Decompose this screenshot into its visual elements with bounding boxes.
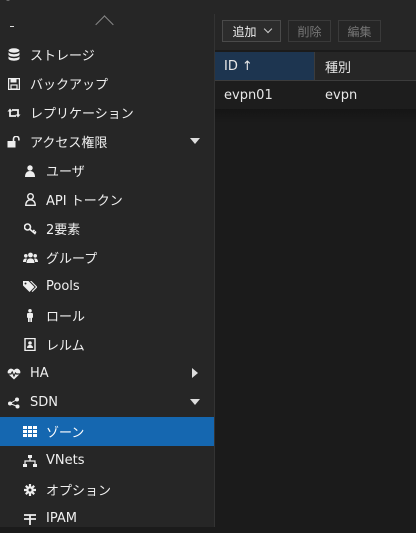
sidebar-item-storage[interactable]: ストレージ xyxy=(0,40,214,69)
tags-icon xyxy=(22,279,38,295)
sidebar-item-label: VNets xyxy=(46,453,85,468)
sidebar-item-label: バックアップ xyxy=(30,78,109,93)
chevron-down-icon xyxy=(263,24,272,34)
user-outline-icon xyxy=(22,192,38,208)
main-panel: 追加 削除 編集 ID ↑ 種別 evpn01 evpn xyxy=(215,14,416,527)
chevron-up-icon[interactable] xyxy=(95,15,114,34)
sdn-icon xyxy=(6,395,22,411)
address-book-icon xyxy=(22,337,38,353)
sidebar-item-label: グループ xyxy=(46,252,98,267)
cell-type: evpn xyxy=(325,87,358,103)
grid-header: ID ↑ 種別 xyxy=(215,52,416,81)
save-icon xyxy=(6,76,22,92)
column-header-label: ID xyxy=(224,58,238,74)
window-title-fragment: - xyxy=(6,0,10,6)
sidebar-item-ha[interactable]: HA xyxy=(0,359,214,388)
sidebar-item-label: IPAM xyxy=(46,511,77,526)
dash-marker xyxy=(10,26,14,27)
delete-button-label: 削除 xyxy=(297,24,322,39)
sidebar: ストレージ バックアップ レプリケーション アクセス権限 ユーザ API トーク… xyxy=(0,14,215,527)
sidebar-item-label: Pools xyxy=(46,279,80,294)
edit-button-label: 編集 xyxy=(347,24,372,39)
expand-down-icon[interactable] xyxy=(190,138,200,144)
sidebar-item-label: HA xyxy=(30,366,49,381)
sidebar-item-pools[interactable]: Pools xyxy=(0,272,214,301)
sidebar-item-realms[interactable]: レルム xyxy=(0,330,214,359)
database-icon xyxy=(6,47,22,63)
unlock-icon xyxy=(6,134,22,150)
sidebar-item-label: オプション xyxy=(46,484,112,499)
sitemap-icon xyxy=(22,453,38,469)
sidebar-item-vnets[interactable]: VNets xyxy=(0,446,214,475)
sidebar-item-label: ゾーン xyxy=(46,426,85,441)
add-button[interactable]: 追加 xyxy=(222,20,281,42)
users-icon xyxy=(22,250,38,266)
cell-id: evpn01 xyxy=(224,87,273,103)
sidebar-item-replication[interactable]: レプリケーション xyxy=(0,98,214,127)
key-icon xyxy=(22,221,38,237)
sidebar-item-label: API トークン xyxy=(46,194,123,209)
expand-down-icon[interactable] xyxy=(190,399,200,405)
sidebar-item-api-tokens[interactable]: API トークン xyxy=(0,185,214,214)
user-icon xyxy=(22,163,38,179)
edit-button[interactable]: 編集 xyxy=(338,20,381,42)
sidebar-item-label: レルム xyxy=(46,339,85,354)
heartbeat-icon xyxy=(6,366,22,382)
sidebar-item-label: SDN xyxy=(30,395,58,410)
sidebar-item-groups[interactable]: グループ xyxy=(0,243,214,272)
sidebar-item-label: レプリケーション xyxy=(30,107,134,122)
expand-right-icon[interactable] xyxy=(192,368,198,378)
sidebar-item-options[interactable]: オプション xyxy=(0,475,214,504)
add-button-label: 追加 xyxy=(232,24,257,39)
sidebar-item-label: 2要素 xyxy=(46,223,81,238)
gear-icon xyxy=(22,482,38,498)
sidebar-item-two-factor[interactable]: 2要素 xyxy=(0,214,214,243)
ipam-icon xyxy=(22,511,38,527)
sidebar-item-roles[interactable]: ロール xyxy=(0,301,214,330)
male-icon xyxy=(22,308,38,324)
th-icon xyxy=(22,424,38,440)
column-header-id[interactable]: ID ↑ xyxy=(215,52,315,80)
sidebar-item-sdn[interactable]: SDN xyxy=(0,388,214,417)
retweet-icon xyxy=(6,105,22,121)
sidebar-item-ipam[interactable]: IPAM xyxy=(0,504,214,533)
sidebar-item-permissions[interactable]: アクセス権限 xyxy=(0,127,214,156)
toolbar: 追加 削除 編集 xyxy=(215,14,416,50)
sidebar-item-label: アクセス権限 xyxy=(30,136,108,151)
column-header-label: 種別 xyxy=(325,60,352,76)
delete-button[interactable]: 削除 xyxy=(288,20,331,42)
table-row[interactable]: evpn01 evpn xyxy=(215,81,416,109)
top-bar: - xyxy=(0,0,416,14)
sidebar-item-label: ストレージ xyxy=(30,49,95,64)
sidebar-collapse-row[interactable] xyxy=(0,14,214,40)
sidebar-item-label: ロール xyxy=(46,310,86,325)
sort-ascending-icon: ↑ xyxy=(241,58,253,74)
sidebar-item-zones[interactable]: ゾーン xyxy=(0,417,214,446)
sidebar-item-users[interactable]: ユーザ xyxy=(0,156,214,185)
sidebar-item-label: ユーザ xyxy=(46,165,85,180)
sidebar-item-backup[interactable]: バックアップ xyxy=(0,69,214,98)
column-header-type[interactable]: 種別 xyxy=(316,52,416,80)
grid-shadow xyxy=(215,109,416,123)
